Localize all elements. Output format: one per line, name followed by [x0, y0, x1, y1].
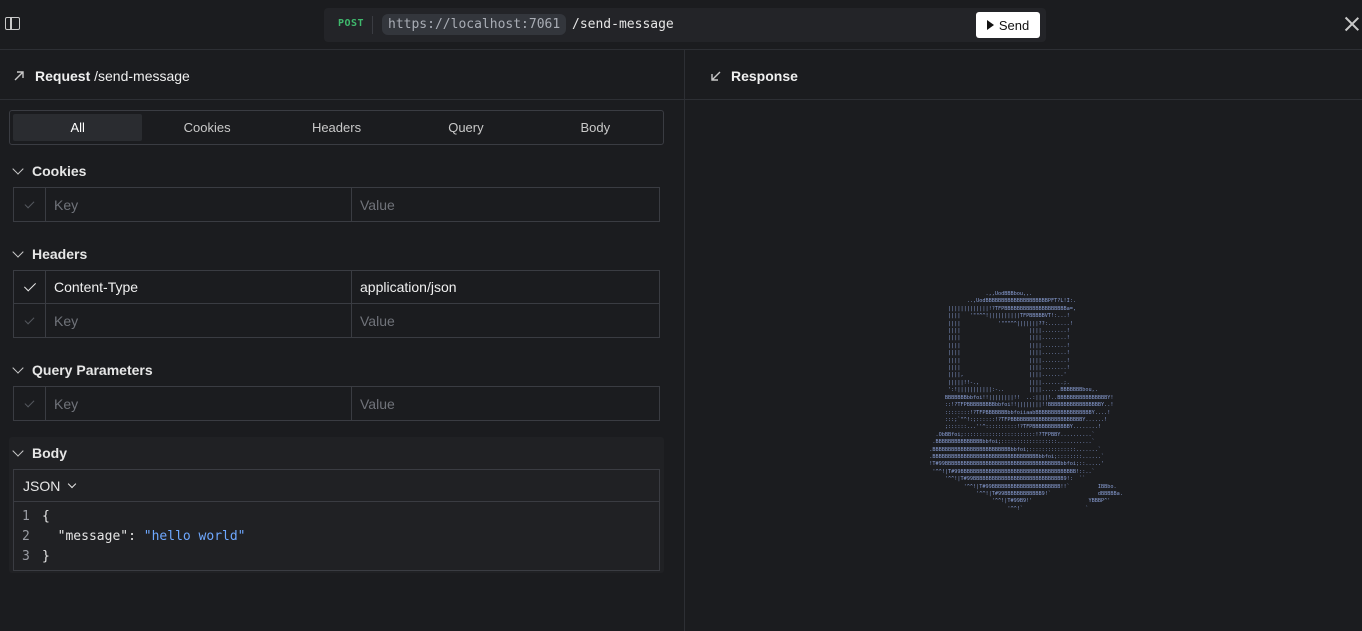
headers-section-title: Headers [32, 246, 88, 262]
tab-body[interactable]: Body [531, 114, 660, 141]
code-text: } [42, 549, 50, 564]
body-section-toggle[interactable]: Body [12, 445, 67, 461]
address-bar: POST https://localhost:7061 /send-messag… [324, 8, 1046, 42]
tab-all[interactable]: All [13, 114, 143, 141]
check-icon [24, 314, 35, 324]
top-bar: POST https://localhost:7061 /send-messag… [0, 0, 1362, 50]
http-method-badge[interactable]: POST [338, 18, 364, 29]
request-pane: Request /send-message All Cookies Header… [0, 50, 684, 631]
json-key: "message" [57, 529, 129, 544]
code-line: 1 { [14, 507, 659, 527]
tab-cookies[interactable]: Cookies [142, 114, 271, 141]
arrow-down-left-icon [710, 69, 722, 81]
tab-query[interactable]: Query [401, 114, 530, 141]
headers-table: Content-Type application/json Key Value [13, 270, 660, 338]
chevron-down-icon [12, 362, 24, 374]
close-icon[interactable] [1344, 16, 1360, 32]
response-pane: Response .,,UodBBBbou,,. ..,UodBBBBBBBBB… [684, 50, 1362, 631]
query-table: Key Value [13, 386, 660, 421]
check-icon [23, 279, 36, 292]
row-enable-checkbox[interactable] [14, 304, 46, 337]
header-key-input[interactable]: Content-Type [46, 271, 352, 303]
chevron-down-icon [68, 479, 77, 488]
json-value: "hello world" [143, 529, 246, 544]
request-tabs: All Cookies Headers Query Body [9, 110, 664, 145]
row-enable-checkbox[interactable] [14, 387, 46, 420]
request-title-path: /send-message [94, 68, 190, 84]
sidebar-toggle-icon[interactable] [5, 17, 20, 30]
body-format-select[interactable]: JSON [14, 470, 659, 502]
response-header: Response [685, 50, 1362, 100]
address-divider [372, 16, 373, 34]
table-row: Key Value [14, 304, 659, 337]
query-section-toggle[interactable]: Query Parameters [12, 362, 153, 378]
query-value-input[interactable]: Value [352, 387, 659, 420]
header-key-input[interactable]: Key [46, 304, 352, 337]
query-key-input[interactable]: Key [46, 387, 352, 420]
code-area[interactable]: 1 { 2 "message": "hello world" 3 } [14, 502, 659, 567]
code-line: 2 "message": "hello world" [14, 527, 659, 547]
request-header: Request /send-message [0, 50, 684, 100]
table-row: Key Value [14, 188, 659, 221]
line-number: 3 [22, 549, 30, 564]
code-line: 3 } [14, 547, 659, 567]
path-input[interactable]: /send-message [572, 17, 674, 32]
cookies-table: Key Value [13, 187, 660, 222]
line-number: 2 [22, 529, 30, 544]
table-row: Key Value [14, 387, 659, 420]
json-separator: : [128, 529, 144, 544]
chevron-down-icon [12, 163, 24, 175]
query-section-title: Query Parameters [32, 362, 153, 378]
check-icon [24, 198, 35, 208]
body-format-label: JSON [23, 477, 61, 494]
cookies-section-toggle[interactable]: Cookies [12, 163, 87, 179]
arrow-up-right-icon [13, 69, 25, 81]
cookies-section-title: Cookies [32, 163, 87, 179]
cookie-key-input[interactable]: Key [46, 188, 352, 221]
play-icon [986, 20, 994, 30]
row-enable-checkbox[interactable] [14, 271, 46, 303]
request-title: Request /send-message [35, 68, 190, 84]
header-value-input[interactable]: Value [352, 304, 659, 337]
response-title: Response [731, 68, 798, 84]
send-button[interactable]: Send [976, 12, 1040, 38]
request-title-label: Request [35, 68, 91, 84]
tab-headers[interactable]: Headers [272, 114, 401, 141]
check-icon [24, 397, 35, 407]
chevron-down-icon [12, 445, 24, 457]
base-url-chip[interactable]: https://localhost:7061 [382, 14, 567, 35]
chevron-down-icon [12, 246, 24, 258]
line-number: 1 [22, 509, 30, 524]
cookie-value-input[interactable]: Value [352, 188, 659, 221]
headers-section-toggle[interactable]: Headers [12, 246, 88, 262]
code-text: { [42, 509, 50, 524]
table-row: Content-Type application/json [14, 271, 659, 304]
row-enable-checkbox[interactable] [14, 188, 46, 221]
response-ascii-art: .,,UodBBBbou,,. ..,UodBBBBBBBBBBBBBBBBBB… [929, 291, 1123, 512]
body-section-title: Body [32, 445, 67, 461]
header-value-input[interactable]: application/json [352, 271, 659, 303]
body-editor[interactable]: JSON 1 { 2 "message": "hello world" 3 } [13, 469, 660, 571]
send-button-label: Send [998, 17, 1030, 33]
